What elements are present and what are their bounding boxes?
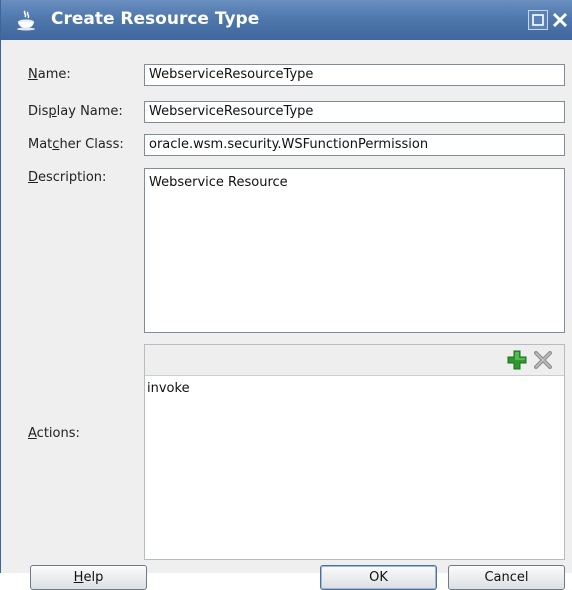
label-part: ame:: [37, 67, 71, 82]
title-bar[interactable]: Create Resource Type: [1, 0, 572, 40]
matcher-class-field[interactable]: oracle.wsm.security.WSFunctionPermission: [144, 134, 565, 156]
label-mnemonic: D: [28, 170, 39, 185]
ok-button[interactable]: OK: [320, 565, 437, 590]
label-part: Mat: [28, 137, 53, 152]
dialog-content: Name: WebserviceResourceType Display Nam…: [1, 40, 572, 590]
help-button[interactable]: Help: [30, 565, 147, 590]
button-mnemonic: H: [73, 570, 84, 585]
label-part: lay Name:: [56, 104, 123, 119]
add-icon[interactable]: [507, 350, 527, 370]
maximize-button[interactable]: [528, 10, 548, 30]
label-mnemonic: p: [48, 104, 57, 119]
display-name-label: Display Name:: [28, 104, 123, 119]
description-field[interactable]: Webservice Resource: [144, 168, 565, 333]
coffee-cup-icon: [17, 10, 35, 31]
label-part: ctions:: [36, 426, 80, 441]
label-mnemonic: N: [28, 67, 38, 82]
close-button[interactable]: [550, 10, 570, 30]
cancel-button[interactable]: Cancel: [448, 565, 565, 590]
name-field[interactable]: WebserviceResourceType: [144, 64, 565, 86]
close-icon: [552, 12, 568, 28]
name-label: Name:: [28, 67, 71, 82]
list-item[interactable]: invoke: [147, 381, 190, 396]
actions-list[interactable]: invoke: [144, 344, 565, 560]
label-part: escription:: [38, 170, 107, 185]
create-resource-type-dialog: Create Resource Type Name: WebserviceRes…: [0, 0, 572, 590]
actions-toolbar: [145, 345, 564, 376]
maximize-icon: [532, 14, 544, 26]
label-mnemonic: A: [28, 426, 37, 441]
button-label: elp: [83, 570, 104, 585]
dialog-title: Create Resource Type: [51, 9, 260, 29]
label-part: Dis: [28, 104, 49, 119]
display-name-field[interactable]: WebserviceResourceType: [144, 101, 565, 123]
matcher-class-label: Matcher Class:: [28, 137, 124, 152]
description-label: Description:: [28, 170, 106, 185]
actions-label: Actions:: [28, 426, 80, 441]
remove-icon[interactable]: [533, 350, 553, 370]
label-part: her Class:: [59, 137, 124, 152]
